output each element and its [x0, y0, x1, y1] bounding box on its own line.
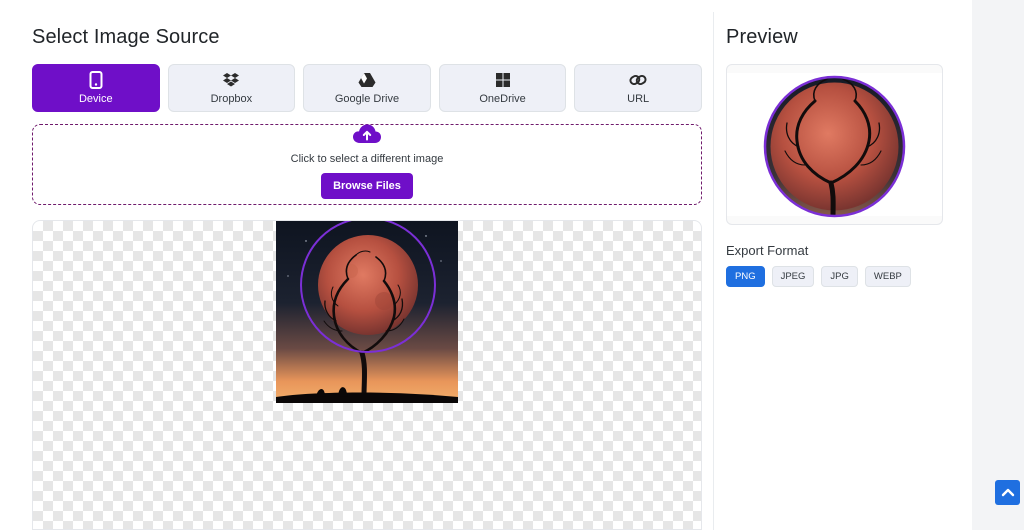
preview-box: [726, 64, 943, 225]
dropbox-icon: [222, 71, 240, 89]
format-jpeg-button[interactable]: JPEG: [771, 266, 815, 287]
format-webp-button[interactable]: WEBP: [864, 266, 911, 287]
chevron-up-icon: [1001, 484, 1015, 502]
browse-files-button[interactable]: Browse Files: [321, 173, 413, 199]
tab-label: URL: [627, 93, 650, 105]
tab-onedrive[interactable]: OneDrive: [438, 64, 567, 112]
dropzone-text: Click to select a different image: [290, 153, 444, 165]
preview-image: [763, 75, 906, 218]
section-title-source: Select Image Source: [32, 26, 220, 48]
source-image: [276, 221, 458, 403]
export-format-label: Export Format: [726, 243, 809, 258]
export-format-options: PNG JPEG JPG WEBP: [726, 266, 911, 287]
format-jpg-button[interactable]: JPG: [821, 266, 858, 287]
upload-dropzone[interactable]: Click to select a different image Browse…: [32, 124, 702, 205]
tab-label: Device: [78, 93, 113, 105]
google-drive-icon: [358, 71, 376, 89]
tab-device[interactable]: Device: [32, 64, 160, 112]
onedrive-icon: [494, 71, 512, 89]
section-title-preview: Preview: [726, 26, 798, 48]
tab-label: Google Drive: [334, 93, 400, 105]
format-png-button[interactable]: PNG: [726, 266, 765, 287]
tab-google-drive[interactable]: Google Drive: [303, 64, 431, 112]
cloud-upload-icon: [352, 123, 382, 145]
link-icon: [629, 71, 647, 89]
mobile-phone-icon: [87, 71, 105, 89]
source-tabs: Device Dropbox Google Drive OneDrive URL: [32, 64, 702, 112]
preview-inner: [727, 73, 942, 218]
panel-divider: [713, 12, 714, 530]
tab-url[interactable]: URL: [574, 64, 702, 112]
scroll-to-top-button[interactable]: [995, 480, 1020, 505]
crop-canvas[interactable]: [32, 220, 702, 530]
tab-dropbox[interactable]: Dropbox: [167, 64, 296, 112]
tab-label: OneDrive: [479, 93, 526, 105]
main-card: Select Image Source Device Dropbox Googl…: [0, 0, 972, 530]
tab-label: Dropbox: [210, 93, 253, 105]
